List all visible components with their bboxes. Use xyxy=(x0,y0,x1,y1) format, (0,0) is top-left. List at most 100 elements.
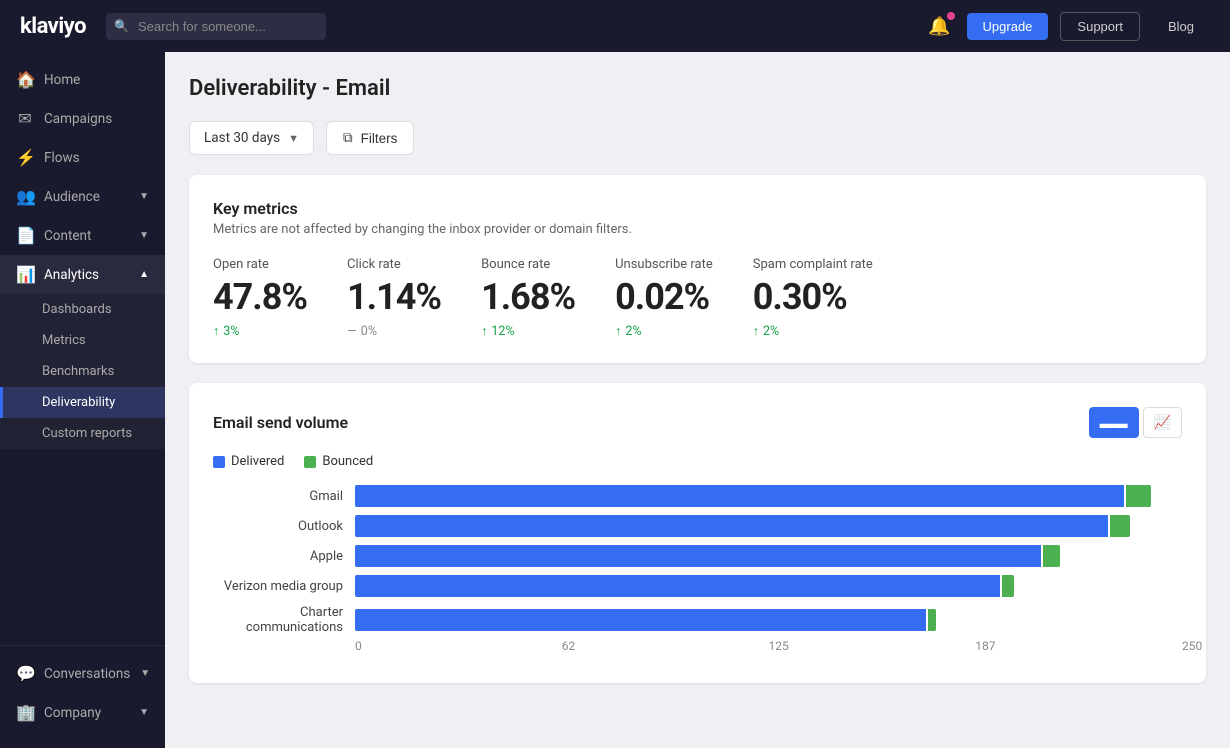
search-icon: 🔍 xyxy=(114,19,129,33)
home-icon: 🏠 xyxy=(16,70,34,89)
key-metrics-subtitle: Metrics are not affected by changing the… xyxy=(213,222,1182,237)
date-range-label: Last 30 days xyxy=(204,130,280,146)
sidebar-item-conversations[interactable]: 💬 Conversations ▼ xyxy=(0,654,165,693)
bar-container xyxy=(355,609,1182,631)
sidebar-bottom: 💬 Conversations ▼ 🏢 Company ▼ xyxy=(0,645,165,740)
company-icon: 🏢 xyxy=(16,703,34,722)
bounced-label: Bounced xyxy=(322,454,373,469)
support-button[interactable]: Support xyxy=(1060,12,1140,41)
sidebar-item-analytics[interactable]: 📊 Analytics ▲ xyxy=(0,255,165,294)
top-navigation: klaviyo 🔍 🔔 Upgrade Support Blog xyxy=(0,0,1230,52)
delivered-dot xyxy=(213,456,225,468)
filters-bar: Last 30 days ▼ ⧉ Filters xyxy=(189,121,1206,155)
open-rate-change: ↑ 3% xyxy=(213,324,307,339)
sidebar-item-flows[interactable]: ⚡ Flows xyxy=(0,138,165,177)
metrics-label: Metrics xyxy=(42,333,86,348)
sidebar: 🏠 Home ✉ Campaigns ⚡ Flows 👥 Audience ▼ … xyxy=(0,52,165,748)
metric-spam-rate: Spam complaint rate 0.30% ↑ 2% xyxy=(753,257,873,339)
open-rate-change-value: 3% xyxy=(223,324,239,339)
click-rate-label: Click rate xyxy=(347,257,441,272)
click-rate-value: 1.14% xyxy=(347,276,441,318)
blog-button[interactable]: Blog xyxy=(1152,13,1210,40)
chevron-down-icon: ▼ xyxy=(139,230,149,241)
search-bar: 🔍 xyxy=(106,13,326,40)
bar-chart-icon: ▬▬ xyxy=(1100,415,1128,431)
bar-label: Gmail xyxy=(213,489,343,504)
chart-legend: Delivered Bounced xyxy=(213,454,1182,469)
bar-chart-button[interactable]: ▬▬ xyxy=(1089,407,1139,438)
x-axis-label: 0 xyxy=(355,639,362,653)
sidebar-item-deliverability[interactable]: Deliverability xyxy=(0,387,165,418)
delivered-bar xyxy=(355,609,926,631)
open-rate-value: 47.8% xyxy=(213,276,307,318)
bar-row: Gmail xyxy=(213,485,1182,507)
analytics-subitems: Dashboards Metrics Benchmarks Deliverabi… xyxy=(0,294,165,449)
date-range-dropdown[interactable]: Last 30 days ▼ xyxy=(189,121,314,155)
bar-container xyxy=(355,545,1182,567)
bar-chart: Gmail Outlook Apple Verizon media group Char… xyxy=(213,485,1182,635)
sidebar-item-custom-reports[interactable]: Custom reports xyxy=(0,418,165,449)
bounced-bar xyxy=(1126,485,1151,507)
metrics-grid: Open rate 47.8% ↑ 3% Click rate 1.14% — … xyxy=(213,257,1182,339)
sidebar-item-content[interactable]: 📄 Content ▼ xyxy=(0,216,165,255)
bounce-rate-value: 1.68% xyxy=(481,276,575,318)
line-chart-button[interactable]: 📈 xyxy=(1143,407,1182,438)
bar-row: Outlook xyxy=(213,515,1182,537)
sidebar-item-label: Audience xyxy=(44,189,100,205)
bounced-bar xyxy=(1002,575,1014,597)
x-axis-label: 62 xyxy=(562,639,576,653)
search-input[interactable] xyxy=(106,13,326,40)
bar-label: Verizon media group xyxy=(213,579,343,594)
spam-rate-label: Spam complaint rate xyxy=(753,257,873,272)
bar-label: Outlook xyxy=(213,519,343,534)
x-axis: 062125187250 xyxy=(355,639,1182,659)
bar-label: Charter communications xyxy=(213,605,343,635)
unsubscribe-rate-change-value: 2% xyxy=(625,324,641,339)
chart-toggle: ▬▬ 📈 xyxy=(1089,407,1182,438)
filters-button[interactable]: ⧉ Filters xyxy=(326,121,414,155)
benchmarks-label: Benchmarks xyxy=(42,364,114,379)
sidebar-item-label: Analytics xyxy=(44,267,99,283)
unsubscribe-rate-change: ↑ 2% xyxy=(615,324,713,339)
volume-card-header: Email send volume ▬▬ 📈 xyxy=(213,407,1182,438)
legend-bounced: Bounced xyxy=(304,454,373,469)
sidebar-item-dashboards[interactable]: Dashboards xyxy=(0,294,165,325)
sidebar-item-company[interactable]: 🏢 Company ▼ xyxy=(0,693,165,732)
bounced-bar xyxy=(1043,545,1060,567)
metric-open-rate: Open rate 47.8% ↑ 3% xyxy=(213,257,307,339)
audience-icon: 👥 xyxy=(16,187,34,206)
bounced-bar xyxy=(1110,515,1131,537)
sidebar-item-metrics[interactable]: Metrics xyxy=(0,325,165,356)
volume-title: Email send volume xyxy=(213,413,348,432)
x-axis-label: 250 xyxy=(1182,639,1202,653)
analytics-icon: 📊 xyxy=(16,265,34,284)
line-chart-icon: 📈 xyxy=(1154,414,1171,430)
sidebar-item-benchmarks[interactable]: Benchmarks xyxy=(0,356,165,387)
key-metrics-card: Key metrics Metrics are not affected by … xyxy=(189,175,1206,363)
sidebar-item-campaigns[interactable]: ✉ Campaigns xyxy=(0,99,165,138)
arrow-up-icon: ↑ xyxy=(615,324,621,339)
bounce-rate-change: ↑ 12% xyxy=(481,324,575,339)
unsubscribe-rate-value: 0.02% xyxy=(615,276,713,318)
campaigns-icon: ✉ xyxy=(16,109,34,128)
chevron-up-icon: ▲ xyxy=(139,269,149,280)
nav-actions: 🔔 Upgrade Support Blog xyxy=(924,12,1210,41)
dashboards-label: Dashboards xyxy=(42,302,112,317)
bar-row: Apple xyxy=(213,545,1182,567)
filter-icon: ⧉ xyxy=(343,130,353,146)
sidebar-item-audience[interactable]: 👥 Audience ▼ xyxy=(0,177,165,216)
logo-text: klaviyo xyxy=(20,14,86,39)
sidebar-item-label: Content xyxy=(44,228,91,244)
upgrade-button[interactable]: Upgrade xyxy=(967,13,1049,40)
notifications-button[interactable]: 🔔 xyxy=(924,12,954,41)
logo[interactable]: klaviyo xyxy=(20,14,86,39)
sidebar-item-label: Flows xyxy=(44,150,80,166)
sidebar-item-home[interactable]: 🏠 Home xyxy=(0,60,165,99)
bounced-bar xyxy=(928,609,936,631)
sidebar-item-label: Home xyxy=(44,72,80,88)
arrow-neutral-icon: — xyxy=(347,324,357,339)
chevron-down-icon: ▼ xyxy=(139,191,149,202)
main-layout: 🏠 Home ✉ Campaigns ⚡ Flows 👥 Audience ▼ … xyxy=(0,52,1230,748)
bounced-dot xyxy=(304,456,316,468)
click-rate-change-value: 0% xyxy=(361,324,377,339)
